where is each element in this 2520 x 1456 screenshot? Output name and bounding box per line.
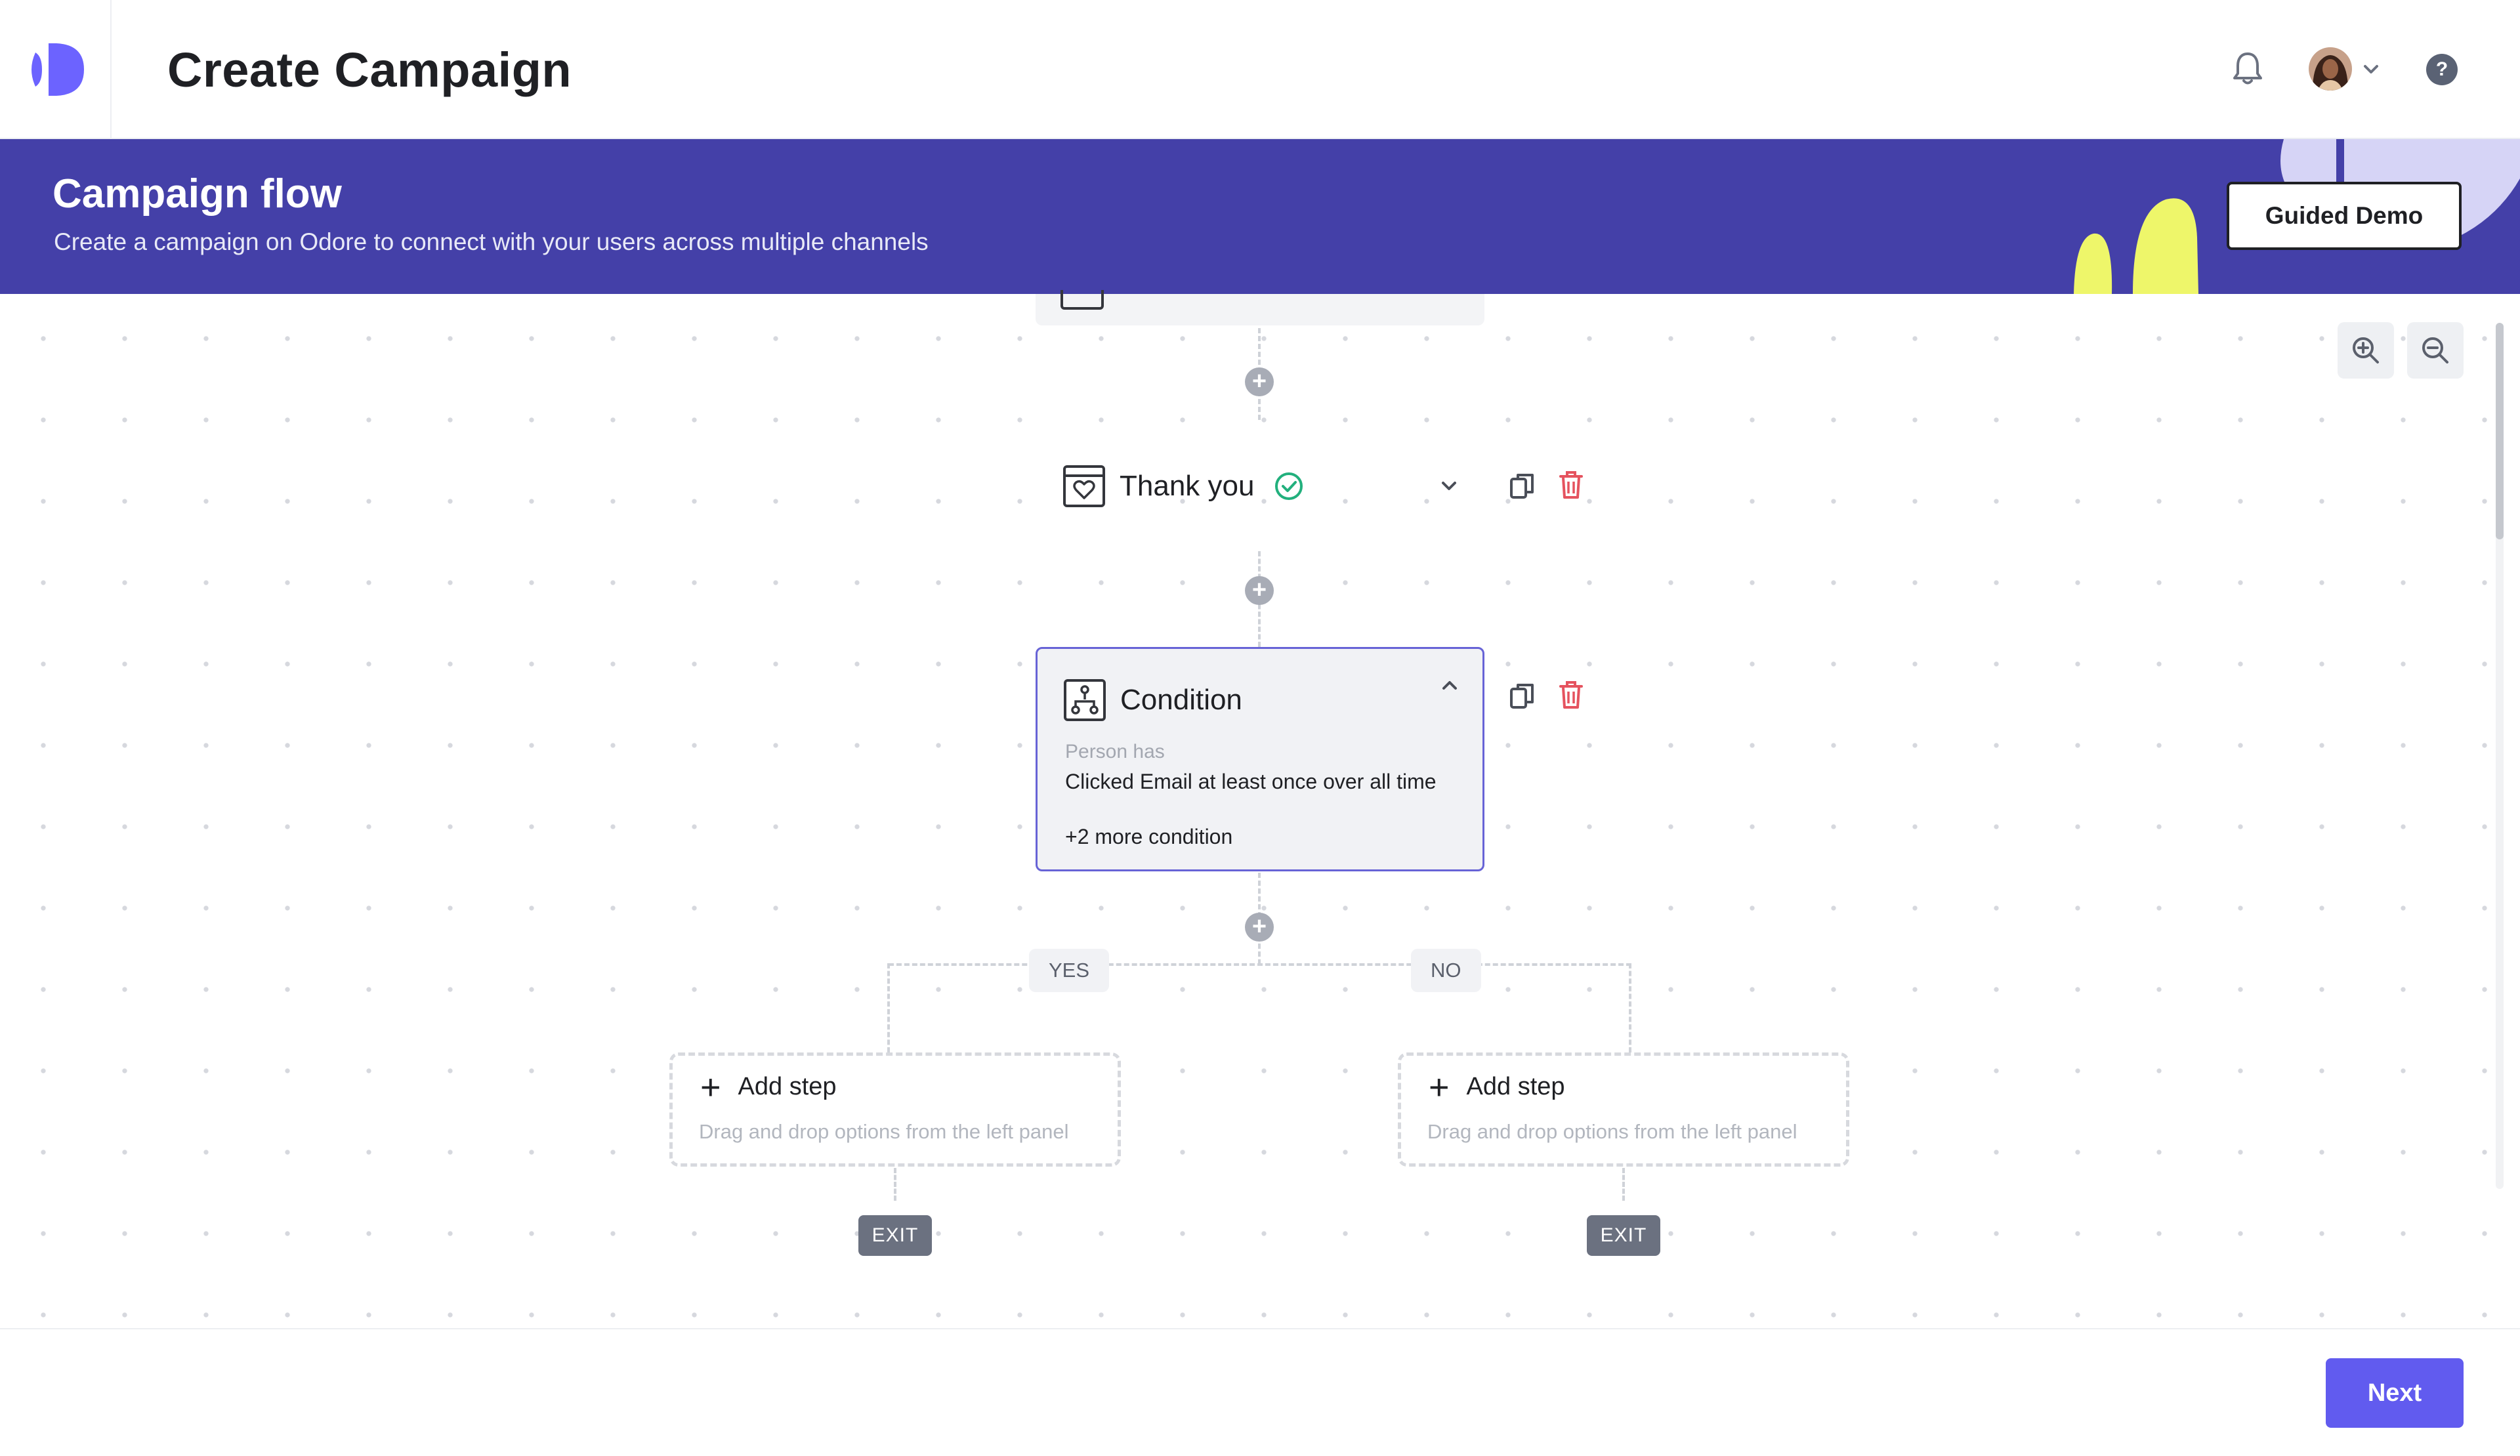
previous-step-node[interactable]: [1036, 290, 1484, 325]
chevron-down-icon[interactable]: [1437, 474, 1461, 497]
heart-card-icon: [1063, 465, 1105, 507]
condition-title: Condition: [1120, 684, 1242, 716]
plus-icon: +: [700, 1067, 721, 1107]
add-step-label: Add step: [1466, 1073, 1565, 1100]
banner-subtitle: Create a campaign on Odore to connect wi…: [54, 228, 929, 255]
add-between-icon[interactable]: +: [1245, 367, 1274, 396]
add-step-label: Add step: [738, 1073, 837, 1100]
banner-title: Campaign flow: [52, 171, 342, 217]
logo[interactable]: [26, 41, 87, 98]
exit-badge-no: EXIT: [1587, 1215, 1660, 1256]
add-step-hint: Drag and drop options from the left pane…: [699, 1120, 1069, 1143]
top-bar: Create Campaign ?: [0, 0, 2520, 139]
thank-you-title: Thank you: [1120, 470, 1255, 502]
plus-icon: +: [1429, 1067, 1450, 1107]
copy-icon[interactable]: [1509, 681, 1535, 711]
trash-icon[interactable]: [1558, 470, 1584, 500]
condition-rule: Clicked Email at least once over all tim…: [1065, 770, 1437, 794]
canvas-scrollbar[interactable]: [2496, 323, 2504, 1189]
trash-icon[interactable]: [1558, 680, 1584, 710]
exit-badge-yes: EXIT: [858, 1215, 932, 1256]
zoom-in-icon: [2353, 337, 2379, 364]
add-between-icon[interactable]: +: [1245, 576, 1274, 605]
step-icon: [1060, 290, 1104, 310]
thank-you-node[interactable]: Thank you: [1063, 465, 1304, 507]
help-icon[interactable]: ?: [2426, 54, 2458, 85]
bell-icon[interactable]: [2229, 49, 2267, 88]
guided-demo-button[interactable]: Guided Demo: [2227, 182, 2462, 250]
more-conditions-link[interactable]: +2 more condition: [1065, 825, 1232, 849]
branch-line-yes: [887, 963, 890, 1052]
app-root: Create Campaign ? Campaign flow Create a…: [0, 0, 2520, 1456]
chevron-up-icon[interactable]: [1438, 674, 1461, 697]
page-title: Create Campaign: [167, 43, 572, 97]
avatar[interactable]: [2309, 47, 2352, 91]
no-branch-label: NO: [1411, 949, 1481, 992]
condition-header: Condition: [1064, 679, 1242, 721]
connector-line: [894, 1168, 896, 1201]
condition-node[interactable]: Condition Person has Clicked Email at le…: [1036, 647, 1484, 871]
add-step-no[interactable]: + Add step Drag and drop options from th…: [1398, 1052, 1849, 1167]
zoom-out-icon: [2422, 337, 2448, 364]
connector-line: [1622, 1168, 1625, 1201]
logo-cell: [0, 0, 112, 139]
check-circle-icon: [1275, 472, 1303, 500]
condition-rule-event: Clicked Email: [1065, 770, 1192, 793]
campaign-flow-banner: Campaign flow Create a campaign on Odore…: [0, 139, 2520, 294]
condition-rule-text: at least once over all time: [1192, 770, 1437, 793]
add-step-hint: Drag and drop options from the left pane…: [1427, 1120, 1797, 1143]
branch-line: [889, 963, 1631, 966]
yes-branch-label: YES: [1029, 949, 1110, 992]
copy-icon[interactable]: [1509, 471, 1535, 501]
zoom-out-button[interactable]: [2407, 322, 2464, 379]
branch-line-no: [1629, 963, 1631, 1052]
add-step-header: + Add step: [700, 1067, 837, 1107]
next-button[interactable]: Next: [2326, 1358, 2464, 1428]
condition-subject: Person has: [1065, 741, 1165, 762]
add-step-yes[interactable]: + Add step Drag and drop options from th…: [669, 1052, 1121, 1167]
add-step-header: + Add step: [1429, 1067, 1565, 1107]
scrollbar-thumb[interactable]: [2496, 323, 2504, 539]
footer-bar: [0, 1328, 2520, 1456]
add-between-icon[interactable]: +: [1245, 913, 1274, 942]
chevron-down-icon[interactable]: [2360, 58, 2382, 80]
branch-icon: [1064, 679, 1106, 721]
zoom-in-button[interactable]: [2338, 322, 2394, 379]
